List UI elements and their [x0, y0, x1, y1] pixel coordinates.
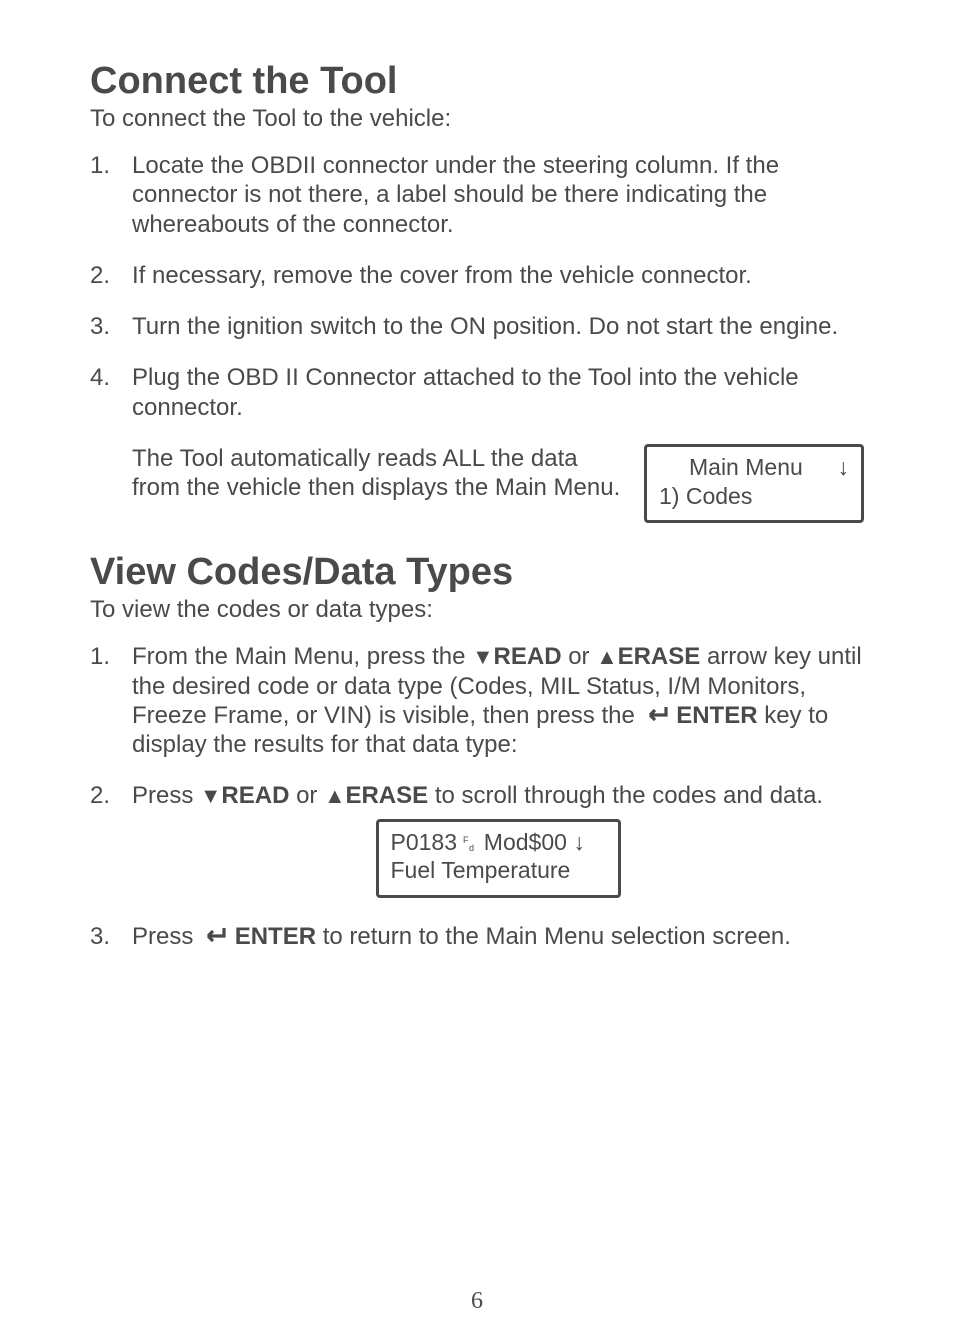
or-label: or [289, 782, 324, 809]
fd-icon: Fd [463, 828, 477, 857]
lcd-line2: 1) Codes [659, 482, 849, 511]
erase-label: ERASE [345, 782, 428, 809]
triangle-up-icon [324, 781, 345, 810]
list-item: Locate the OBDII connector under the ste… [90, 151, 864, 239]
list-item: Plug the OBD II Connector attached to th… [90, 363, 864, 422]
read-label: READ [494, 643, 562, 670]
list-item: Press READ or ERASE to scroll through th… [90, 781, 864, 898]
enter-icon [200, 922, 228, 951]
item2-post: to scroll through the codes and data. [428, 782, 823, 809]
triangle-up-icon [596, 642, 617, 671]
svg-text:d: d [469, 843, 474, 852]
item3-post: to return to the Main Menu selection scr… [316, 923, 791, 950]
erase-label: ERASE [618, 643, 701, 670]
lcd-mod: Mod$00 [477, 829, 573, 855]
section2-list: From the Main Menu, press the READ or ER… [90, 642, 864, 951]
list-item: Press ENTER to return to the Main Menu s… [90, 922, 864, 951]
page-number: 6 [0, 1288, 954, 1315]
item2-pre: Press [132, 782, 200, 809]
enter-label: ENTER [235, 923, 316, 950]
lcd-code: P0183 [391, 829, 458, 855]
section1-heading: Connect the Tool [90, 60, 864, 103]
down-arrow-icon: ↓ [573, 829, 585, 855]
list-item: Turn the ignition switch to the ON posit… [90, 312, 864, 341]
triangle-down-icon [472, 642, 493, 671]
list-item: If necessary, remove the cover from the … [90, 261, 864, 290]
down-arrow-icon: ↓ [838, 453, 850, 482]
section1-note: The Tool automatically reads ALL the dat… [90, 444, 626, 503]
section2-heading: View Codes/Data Types [90, 551, 864, 594]
lcd-code-box: P0183 Fd Mod$00 ↓ Fuel Temperature [376, 819, 621, 899]
section1-subhead: To connect the Tool to the vehicle: [90, 105, 864, 133]
item3-pre: Press [132, 923, 200, 950]
triangle-down-icon [200, 781, 221, 810]
or-label: or [562, 643, 597, 670]
item1-pre: From the Main Menu, press the [132, 643, 472, 670]
lcd-line2: Fuel Temperature [391, 856, 606, 885]
lcd-title: Main Menu [659, 453, 803, 482]
enter-icon [642, 701, 670, 730]
section2-subhead: To view the codes or data types: [90, 596, 864, 624]
list-item: From the Main Menu, press the READ or ER… [90, 642, 864, 759]
read-label: READ [221, 782, 289, 809]
enter-label: ENTER [676, 702, 757, 729]
lcd-main-menu: Main Menu ↓ 1) Codes [644, 444, 864, 524]
section1-list: Locate the OBDII connector under the ste… [90, 151, 864, 422]
